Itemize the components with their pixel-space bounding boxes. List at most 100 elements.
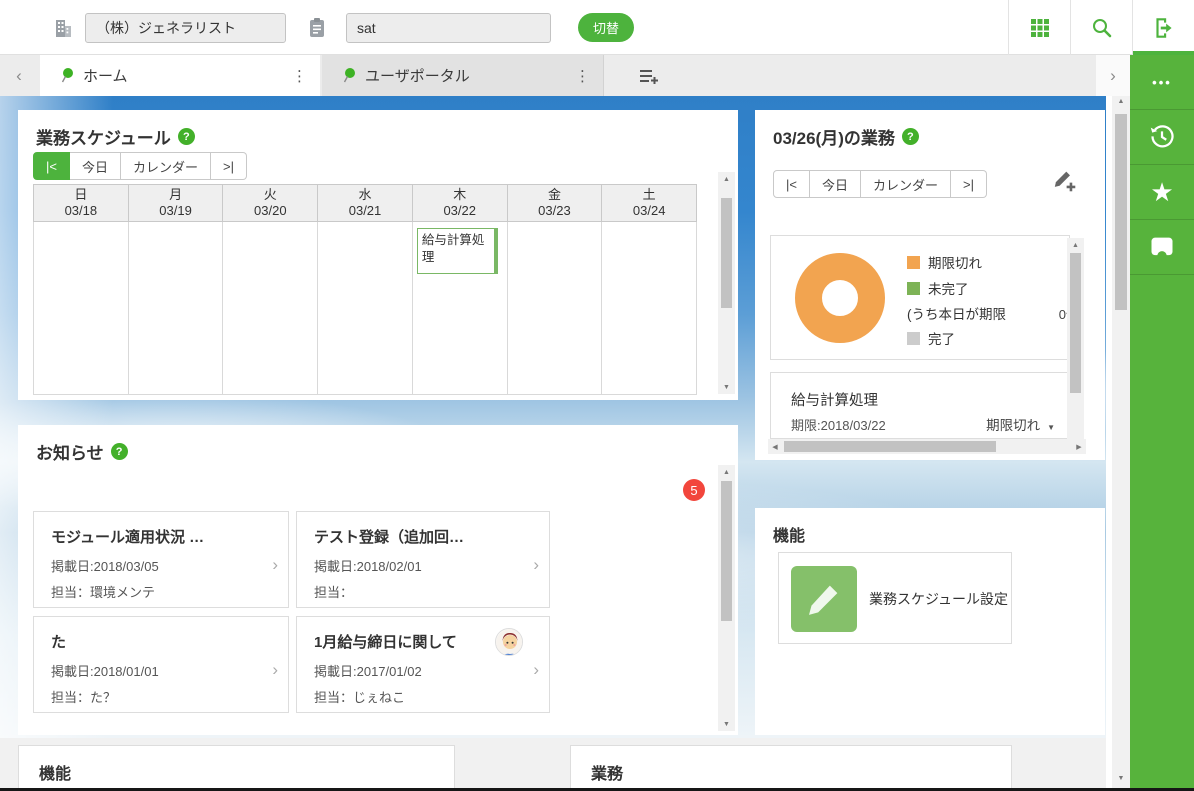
panel-notices: お知らせ 5 モジュール適用状況 … 掲載日:2018/03/05 担当：環境メ…	[18, 425, 738, 735]
notice-count-badge: 5	[683, 479, 705, 501]
day-name: 火	[264, 187, 277, 203]
calendar-day-cell[interactable]: 給与計算処理	[412, 222, 507, 394]
notice-title: 1月給与締日に関して	[314, 631, 509, 652]
add-tab-icon[interactable]	[629, 55, 669, 96]
sidebar-feedback-button[interactable]	[1130, 220, 1194, 275]
topbar: 切替	[0, 0, 1194, 55]
scrollbar-thumb[interactable]	[784, 441, 996, 452]
scroll-up-icon[interactable]	[1112, 98, 1130, 112]
first-day-button[interactable]: |<	[773, 170, 810, 198]
company-input[interactable]	[85, 13, 286, 43]
help-icon[interactable]	[902, 128, 919, 145]
scrollbar-thumb[interactable]	[721, 481, 732, 621]
logout-button[interactable]	[1132, 0, 1194, 55]
legend-swatch-overdue	[907, 256, 920, 269]
notice-card[interactable]: モジュール適用状況 … 掲載日:2018/03/05 担当：環境メンテ	[33, 511, 289, 608]
calendar-button[interactable]: カレンダー	[121, 152, 211, 180]
user-input[interactable]	[346, 13, 551, 43]
day-date: 03/21	[349, 203, 382, 219]
panel-daily-tasks: 03/26(月)の業務 |< 今日 カレンダー >|	[755, 110, 1105, 460]
legend-swatch-incomplete	[907, 282, 920, 295]
add-task-pencil-icon[interactable]	[1052, 168, 1078, 194]
day-name: 金	[548, 187, 561, 203]
calendar-day-cell[interactable]	[34, 222, 128, 394]
sidebar-history-button[interactable]	[1130, 110, 1194, 165]
calendar-day-cell[interactable]	[317, 222, 412, 394]
sidebar-favorites-button[interactable]	[1130, 165, 1194, 220]
tab-scroll-right-icon[interactable]	[1096, 55, 1130, 96]
tab-label: ホーム	[83, 65, 128, 86]
panel-title: お知らせ	[36, 439, 104, 464]
pin-icon	[341, 67, 356, 84]
notice-card[interactable]: テスト登録（追加回… 掲載日:2018/02/01 担当：	[296, 511, 550, 608]
scroll-left-icon[interactable]	[768, 439, 782, 454]
panel-functions-bottom: 機能	[18, 745, 455, 791]
last-day-button[interactable]: >|	[951, 170, 987, 198]
panel-work-schedule: 業務スケジュール |< 今日 カレンダー >| 日03/18 月03/19 火0	[18, 110, 738, 400]
notice-owner: 担当：環境メンテ	[51, 582, 155, 601]
day-name: 日	[74, 187, 87, 203]
apps-grid-button[interactable]	[1008, 0, 1070, 55]
day-date: 03/22	[443, 203, 476, 219]
help-icon[interactable]	[178, 128, 195, 145]
scrollbar-thumb[interactable]	[721, 198, 732, 308]
notice-date: 掲載日:2018/03/05	[51, 556, 159, 575]
day-name: 土	[643, 187, 656, 203]
apps-grid-icon	[1028, 16, 1052, 40]
tab-scroll-left-icon[interactable]	[2, 55, 36, 96]
panel-title: 機能	[773, 522, 805, 546]
scroll-down-icon[interactable]	[1112, 775, 1130, 789]
notice-card[interactable]: た 掲載日:2018/01/01 担当：た？	[33, 616, 289, 713]
day-name: 木	[453, 187, 466, 203]
today-button[interactable]: 今日	[810, 170, 861, 198]
legend-swatch-complete	[907, 332, 920, 345]
task-status-select[interactable]: 期限切れ	[986, 414, 1055, 434]
task-item-box: 給与計算処理 期限:2018/03/22 期限切れ	[770, 372, 1070, 439]
calendar-button[interactable]: カレンダー	[861, 170, 951, 198]
calendar-event[interactable]: 給与計算処理	[417, 228, 498, 274]
chart-legend: 期限切れ 0件 未完了 0件 (うち本日が期限 0件	[907, 249, 1067, 351]
sidebar-more-button[interactable]	[1130, 55, 1194, 110]
calendar-day-cell[interactable]	[601, 222, 696, 394]
scrollbar-thumb[interactable]	[1115, 114, 1127, 310]
chevron-right-icon	[272, 555, 278, 575]
portal-content: 業務スケジュール |< 今日 カレンダー >| 日03/18 月03/19 火0	[0, 96, 1130, 791]
history-clock-icon	[1147, 122, 1177, 152]
daily-scrollbar	[1067, 238, 1084, 444]
tab-menu-icon[interactable]	[575, 67, 590, 85]
scroll-down-icon[interactable]	[718, 717, 735, 731]
last-week-button[interactable]: >|	[211, 152, 247, 180]
scroll-down-icon[interactable]	[718, 380, 735, 394]
first-week-button[interactable]: |<	[33, 152, 70, 180]
star-icon	[1150, 179, 1173, 205]
calendar-day-header: 水03/21	[317, 185, 412, 221]
scroll-up-icon[interactable]	[718, 172, 735, 186]
panel-title: 03/26(月)の業務	[773, 124, 895, 149]
calendar-day-cell[interactable]	[128, 222, 223, 394]
scroll-up-icon[interactable]	[718, 465, 735, 479]
day-name: 水	[359, 187, 372, 203]
panel-title: 機能	[39, 760, 71, 784]
panel-title: 業務スケジュール	[36, 124, 171, 149]
search-button[interactable]	[1070, 0, 1132, 55]
help-icon[interactable]	[111, 443, 128, 460]
task-status-donut-chart	[795, 253, 885, 343]
function-card[interactable]: 業務スケジュール設定	[778, 552, 1012, 644]
scroll-up-icon[interactable]	[1067, 238, 1084, 252]
calendar-day-cell[interactable]	[222, 222, 317, 394]
tab-home[interactable]: ホーム	[40, 55, 320, 96]
scrollbar-thumb[interactable]	[1070, 253, 1081, 393]
notice-card[interactable]: 1月給与締日に関して 掲載日:2017/01/02 担当：じぇねこ	[296, 616, 550, 713]
chevron-right-icon	[533, 660, 539, 680]
notice-owner: 担当：	[314, 582, 353, 601]
notice-title: た	[51, 631, 248, 652]
tab-label: ユーザポータル	[365, 65, 470, 86]
switch-button[interactable]: 切替	[578, 13, 634, 42]
right-sidebar	[1130, 55, 1194, 791]
tab-menu-icon[interactable]	[292, 67, 307, 85]
calendar-day-cell[interactable]	[507, 222, 602, 394]
day-date: 03/18	[65, 203, 98, 219]
task-name[interactable]: 給与計算処理	[791, 389, 878, 410]
tab-user-portal[interactable]: ユーザポータル	[322, 55, 604, 96]
today-button[interactable]: 今日	[70, 152, 121, 180]
